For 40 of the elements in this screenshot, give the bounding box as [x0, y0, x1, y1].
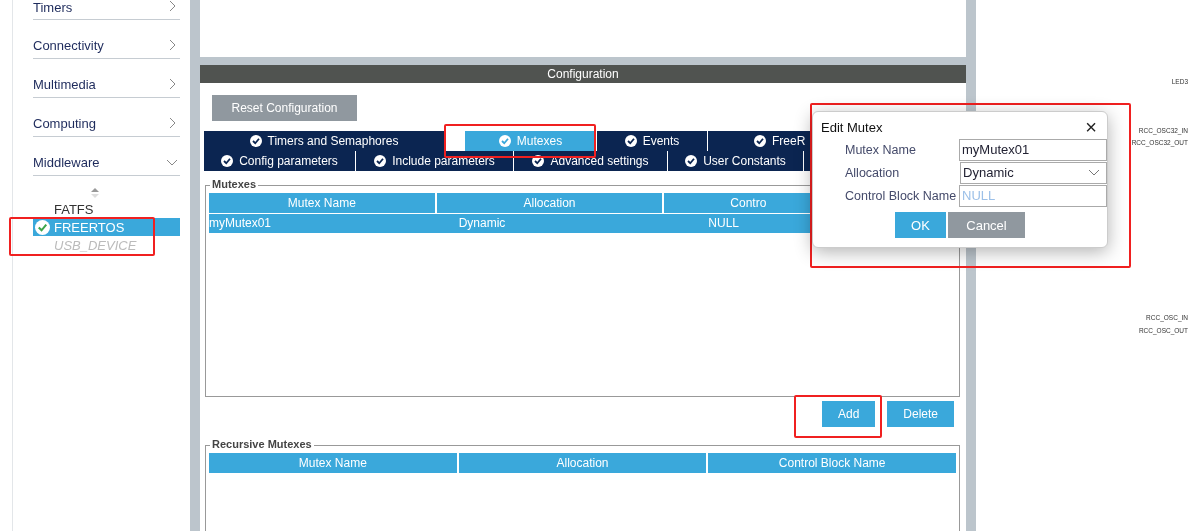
check-icon — [374, 155, 387, 167]
config-tab[interactable]: User Constants — [668, 151, 803, 171]
check-icon — [498, 135, 511, 147]
config-tab[interactable]: Config parameters — [204, 151, 355, 171]
category-item[interactable]: Multimedia — [33, 60, 180, 98]
close-button[interactable]: × — [1075, 117, 1107, 137]
column-header: Mutex Name — [209, 193, 435, 213]
input-field[interactable]: NULL — [959, 184, 1107, 207]
category-item[interactable]: Middleware — [33, 138, 180, 176]
table-cell: Dynamic — [458, 216, 506, 230]
config-tab[interactable]: Advanced settings — [514, 151, 667, 171]
column-header: Allocation — [458, 453, 707, 473]
field-label: Mutex Name — [844, 142, 917, 157]
input-field[interactable]: myMutex01 — [959, 138, 1107, 161]
check-icon — [221, 155, 234, 167]
group-title: Mutexes — [210, 178, 259, 190]
check-icon — [754, 135, 766, 147]
column-header: Mutex Name — [209, 453, 457, 473]
category-item[interactable]: Connectivity — [33, 21, 180, 59]
category-item[interactable]: Computing — [33, 99, 180, 137]
config-tab[interactable]: Timers and Semaphores — [204, 131, 444, 151]
allocation-dropdown[interactable]: Dynamic — [960, 161, 1107, 184]
column-header: Allocation — [436, 193, 663, 213]
configuration-header: Configuration — [200, 65, 966, 83]
scroll-up-icon[interactable] — [90, 188, 99, 198]
dialog-title: Edit Mutex — [821, 119, 883, 135]
table-cell: myMutex01 — [209, 216, 272, 230]
field-label: Allocation — [844, 165, 901, 180]
group-title: Recursive Mutexes — [210, 438, 314, 450]
check-icon — [532, 155, 545, 167]
config-tab[interactable]: Include parameters — [356, 151, 513, 171]
config-tab[interactable]: Events — [597, 131, 707, 151]
check-icon — [249, 135, 262, 147]
table-cell: NULL — [708, 216, 740, 230]
check-icon — [624, 135, 637, 147]
check-icon — [685, 155, 698, 167]
column-header: Control Block Name — [708, 453, 956, 473]
component-item[interactable]: FATFS — [33, 200, 180, 218]
category-item[interactable]: Timers — [33, 0, 180, 20]
chevron-down-icon — [1088, 168, 1100, 177]
